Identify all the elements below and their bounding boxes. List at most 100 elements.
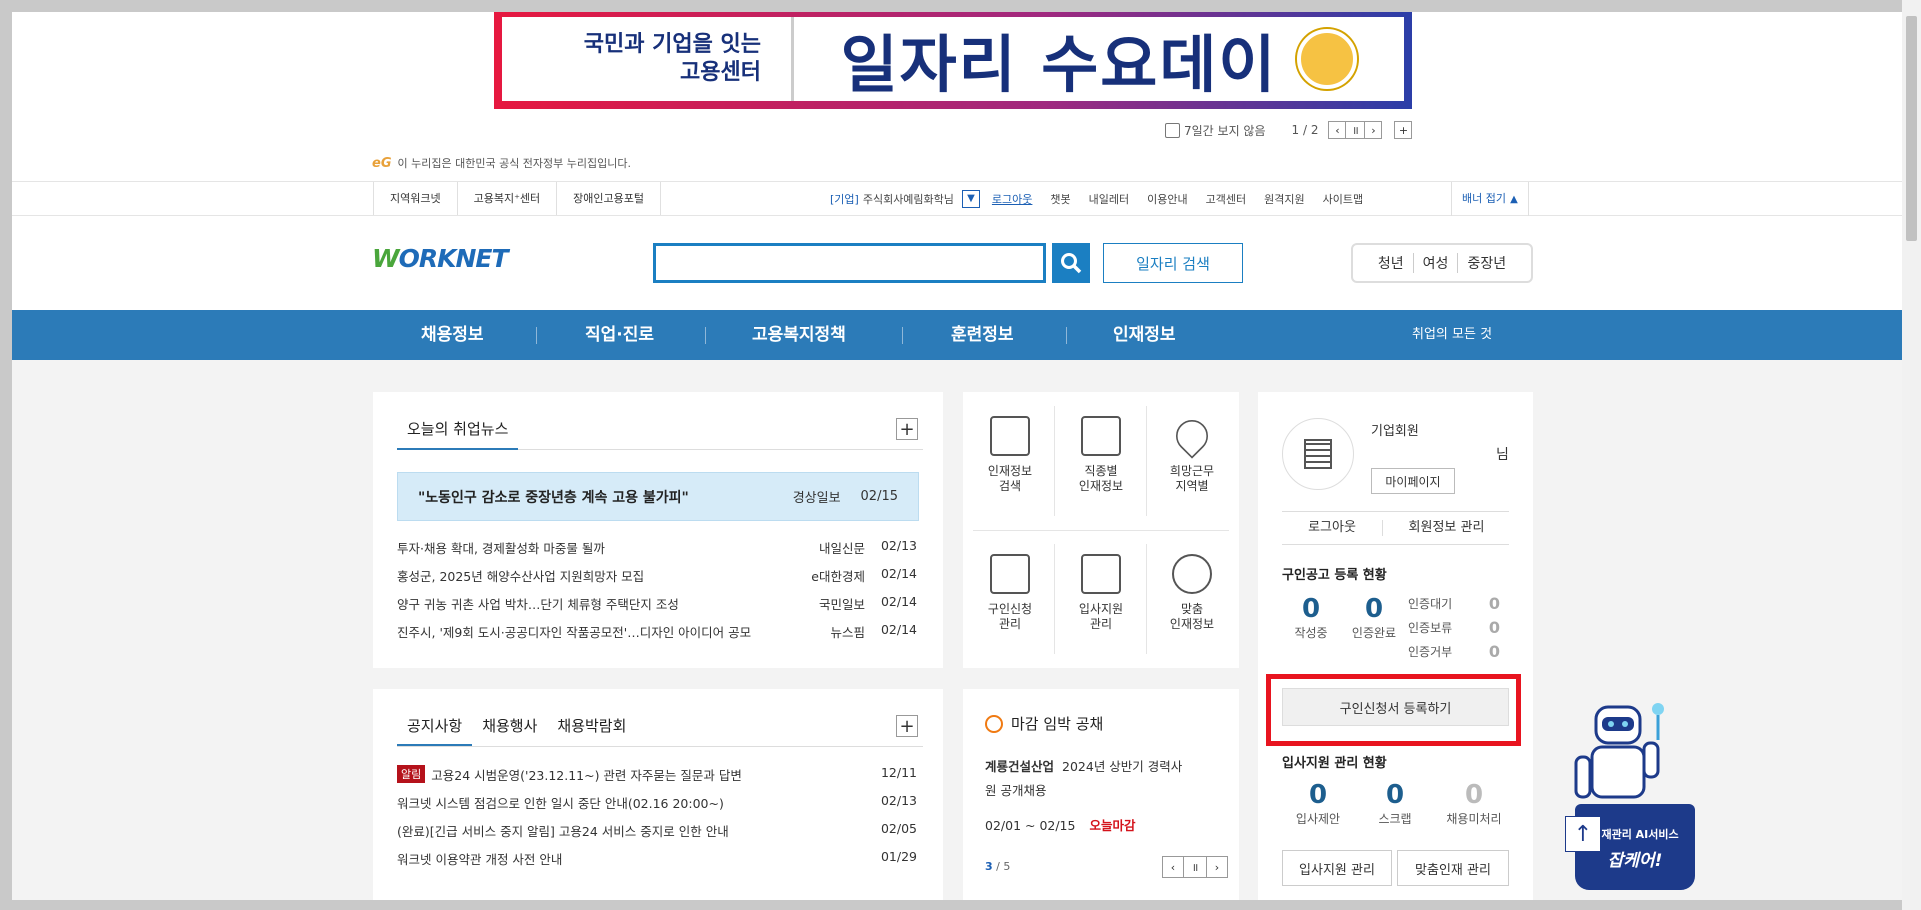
tab-hiring-events[interactable]: 채용행사 (472, 707, 547, 746)
tab-notice[interactable]: 공지사항 (397, 707, 473, 746)
member-info-link[interactable]: 회원정보 관리 (1384, 512, 1509, 544)
util-link-remote[interactable]: 원격지원 (1264, 191, 1304, 207)
fold-banner-button[interactable]: 배너 접기 ▲ (1451, 182, 1529, 216)
deadline-next-button[interactable]: › (1206, 856, 1228, 878)
user-dropdown-icon[interactable]: ▼ (961, 189, 980, 208)
util-link-sitemap[interactable]: 사이트맵 (1323, 191, 1363, 207)
deadline-prev-button[interactable]: ‹ (1162, 856, 1184, 878)
stat-certified[interactable]: 0 인증완료 (1344, 594, 1404, 641)
deadline-desc-1: 2024년 상반기 경력사 (1062, 759, 1183, 774)
quick-label-1: 입사지원 (1078, 602, 1124, 616)
search-input[interactable] (653, 243, 1046, 283)
register-job-posting-button[interactable]: 구인신청서 등록하기 (1282, 688, 1509, 726)
news-headline[interactable]: "노동인구 감소로 중장년층 계속 고용 불가피" 경상일보 02/15 (397, 472, 919, 521)
stat-offer[interactable]: 0 입사제안 (1282, 780, 1354, 827)
scrollbar-thumb[interactable] (1906, 16, 1917, 241)
scroll-top-button[interactable]: ↑ (1565, 816, 1601, 852)
tab-women[interactable]: 여성 (1412, 253, 1458, 273)
nav-welfare-policy[interactable]: 고용복지정책 (752, 310, 846, 360)
banner-prev-button[interactable]: ‹ (1328, 121, 1347, 139)
cert-hold[interactable]: 인증보류 0 (1408, 616, 1508, 640)
util-link-guide[interactable]: 이용안내 (1147, 191, 1187, 207)
member-suffix: 님 (1496, 447, 1509, 463)
deadline-desc-2: 원 공개채용 (985, 783, 1047, 798)
nav-recruitment[interactable]: 채용정보 (421, 310, 484, 360)
cert-waiting[interactable]: 인증대기 0 (1408, 592, 1508, 616)
member-logout-link[interactable]: 로그아웃 (1282, 512, 1382, 544)
news-source: 내일신문 (818, 541, 865, 556)
scrollbar[interactable] (1902, 0, 1921, 910)
notice-item[interactable]: 워크넷 시스템 점검으로 인한 일시 중단 안내(02.16 20:00~) 02… (397, 793, 917, 813)
quick-application-manage[interactable]: 입사지원 관리 (1058, 554, 1144, 632)
id-card-icon (1081, 554, 1121, 594)
grid-divider (1054, 544, 1055, 654)
nav-training[interactable]: 훈련정보 (951, 310, 1014, 360)
quick-talent-search[interactable]: 인재정보 검색 (967, 416, 1053, 494)
quick-occupation-talent[interactable]: 직종별 인재정보 (1058, 416, 1144, 494)
promo-banner[interactable]: 국민과 기업을 잇는 고용센터 일자리 수요데이 (494, 12, 1412, 109)
deadline-job[interactable]: 계룡건설산업 2024년 상반기 경력사 원 공개채용 (985, 755, 1225, 803)
stat-scrap[interactable]: 0 스크랩 (1359, 780, 1431, 827)
chevron-up-icon: ▲ (1510, 194, 1518, 205)
banner-next-button[interactable]: › (1364, 121, 1383, 139)
nav-career[interactable]: 직업·진로 (585, 310, 654, 360)
notice-item[interactable]: (완료)[긴급 서비스 중지 알림] 고용24 서비스 중지로 인한 안내 02/… (397, 821, 917, 841)
worknet-logo[interactable]: WORKNET (372, 244, 509, 273)
news-item[interactable]: 홍성군, 2025년 해양수산사업 지원희망자 모집 e대한경제 02/14 (397, 566, 917, 586)
quick-job-posting-manage[interactable]: 구인신청 관리 (967, 554, 1053, 632)
news-source: e대한경제 (811, 569, 865, 584)
quick-matching-talent[interactable]: 맞춤 인재정보 (1149, 554, 1235, 632)
apply-manage-button[interactable]: 입사지원 관리 (1282, 850, 1392, 886)
mypage-button[interactable]: 마이페이지 (1371, 468, 1455, 494)
nav-talent[interactable]: 인재정보 (1113, 310, 1176, 360)
plus-icon: + (899, 418, 915, 440)
deadline-pager: 3 / 5 (985, 860, 1010, 873)
banner-add-button[interactable]: + (1394, 121, 1413, 139)
job-search-button[interactable]: 일자리 검색 (1103, 243, 1243, 283)
news-date: 02/14 (880, 566, 917, 581)
news-item[interactable]: 진주시, '제9회 도시·공공디자인 작품공모전'…디자인 아이디어 공모 뉴스핌… (397, 622, 917, 642)
stat-unprocessed[interactable]: 0 채용미처리 (1434, 780, 1514, 827)
logout-link[interactable]: 로그아웃 (992, 191, 1032, 207)
tab-job-fair[interactable]: 채용박람회 (547, 707, 636, 746)
user-name: 주식회사예림화학님 (862, 192, 954, 206)
cert-waiting-label: 인증대기 (1408, 597, 1453, 611)
gov-notice: eG 이 누리집은 대한민국 공식 전자정부 누리집입니다. (372, 155, 631, 171)
util-link-disabled-portal[interactable]: 장애인고용포털 (556, 182, 661, 215)
promo-right: 일자리 수요데이 (794, 14, 1404, 104)
hide-7days-checkbox[interactable] (1165, 122, 1180, 138)
tab-news[interactable]: 오늘의 취업뉴스 (397, 410, 519, 450)
util-link-regional[interactable]: 지역워크넷 (373, 182, 457, 215)
notice-more-button[interactable]: + (896, 715, 918, 737)
nav-all-menu[interactable]: 취업의 모든 것 (1412, 310, 1492, 360)
search-button[interactable] (1052, 243, 1090, 283)
promo-left-line1: 국민과 기업을 잇는 (583, 32, 761, 57)
cert-status-list: 인증대기 0 인증보류 0 인증거부 0 (1408, 592, 1508, 664)
quick-label-2: 관리 (998, 617, 1022, 631)
edit-document-icon (990, 554, 1030, 594)
grid-divider (973, 530, 1229, 531)
cert-reject[interactable]: 인증거부 0 (1408, 640, 1508, 664)
stat-writing[interactable]: 0 작성중 (1286, 594, 1336, 641)
util-link-welfare-center[interactable]: 고용복지⁺센터 (456, 182, 557, 215)
divider (1282, 544, 1509, 545)
news-item[interactable]: 투자·채용 확대, 경제활성화 마중물 될까 내일신문 02/13 (397, 538, 917, 558)
news-item[interactable]: 양구 귀농 귀촌 사업 박차…단기 체류형 주택단지 조성 국민일보 02/14 (397, 594, 917, 614)
util-link-customer[interactable]: 고객센터 (1206, 191, 1246, 207)
news-more-button[interactable]: + (896, 418, 918, 440)
nav-divider (536, 327, 537, 344)
deadline-pause-button[interactable]: ॥ (1184, 856, 1206, 878)
util-link-letter[interactable]: 내일레터 (1089, 191, 1129, 207)
notice-item[interactable]: 알림 고용24 시범운영('23.12.11~) 관련 자주묻는 질문과 답변 12… (397, 765, 917, 785)
building-icon (1304, 439, 1332, 469)
deadline-page-current: 3 (985, 860, 993, 873)
banner-pause-button[interactable]: ॥ (1346, 121, 1365, 139)
divider (1382, 520, 1383, 536)
util-link-chatbot[interactable]: 챗봇 (1050, 191, 1070, 207)
user-account[interactable]: [기업] 주식회사예림화학님 ▼ (830, 189, 980, 208)
quick-region-talent[interactable]: 희망근무 지역별 (1149, 413, 1235, 494)
tab-youth[interactable]: 청년 (1369, 253, 1413, 273)
notice-item[interactable]: 워크넷 이용약관 개정 사전 안내 01/29 (397, 849, 917, 869)
tab-middle-aged[interactable]: 중장년 (1457, 253, 1515, 273)
match-manage-button[interactable]: 맞춤인재 관리 (1397, 850, 1509, 886)
